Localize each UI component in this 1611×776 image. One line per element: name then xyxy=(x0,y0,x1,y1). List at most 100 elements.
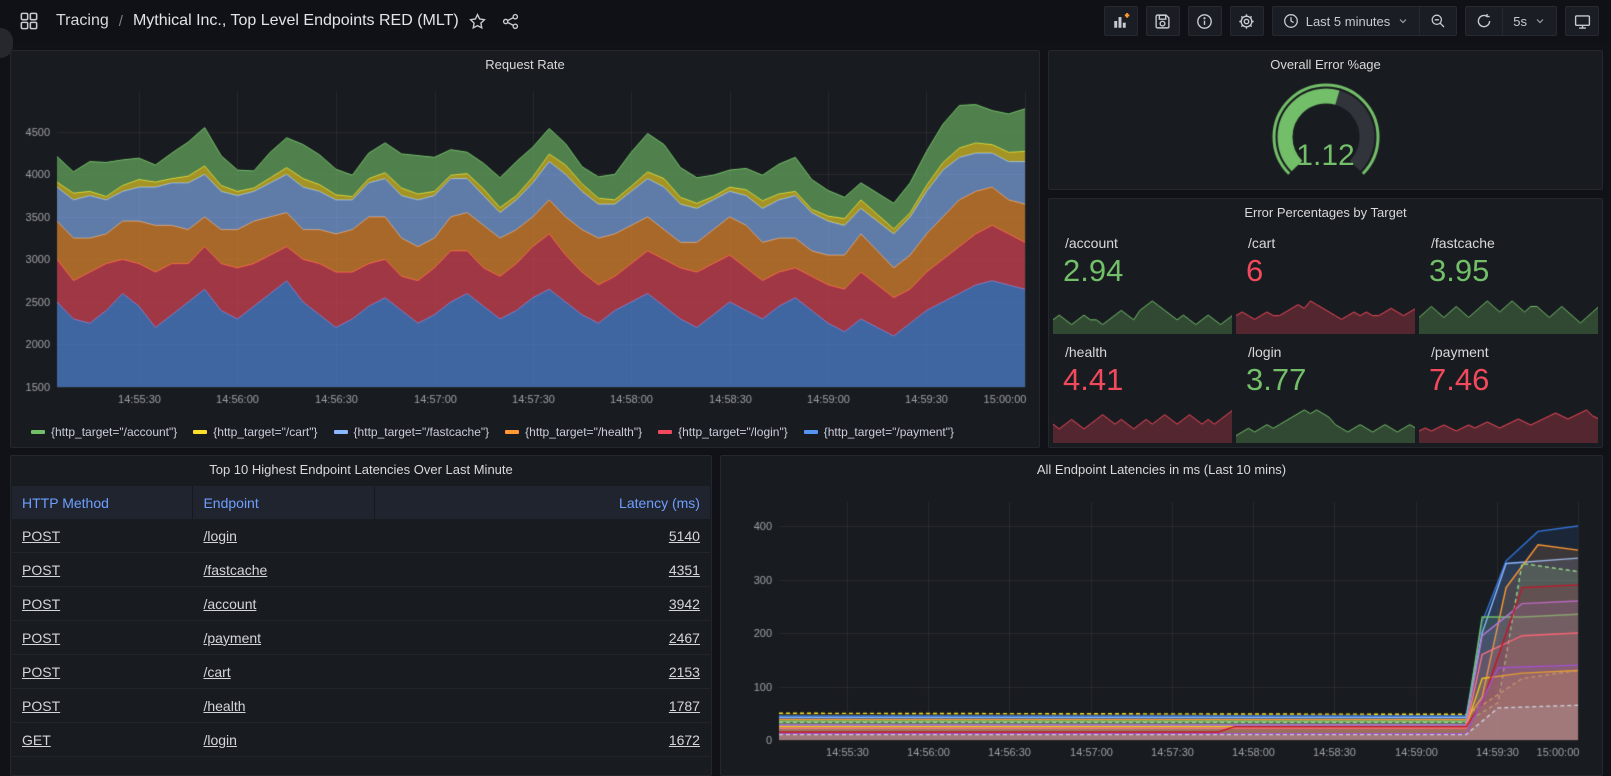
table-cell: GET xyxy=(12,723,193,756)
table-cell-link[interactable]: /fastcache xyxy=(203,562,267,578)
table-cell: /health xyxy=(193,689,374,722)
table-cell-link[interactable]: /login xyxy=(203,732,236,748)
table-cell-link[interactable]: /login xyxy=(203,528,236,544)
breadcrumb-separator: / xyxy=(119,13,123,30)
stat-sparkline xyxy=(1053,296,1232,334)
zoom-out-time-button[interactable] xyxy=(1420,7,1456,35)
stat-cell-fastcache: /fastcache3.95 xyxy=(1419,229,1598,334)
panel-title-latency-chart[interactable]: All Endpoint Latencies in ms (Last 10 mi… xyxy=(721,456,1602,484)
time-range-group: Last 5 minutes xyxy=(1272,6,1458,36)
save-dashboard-button[interactable] xyxy=(1146,6,1180,36)
stat-cell-login: /login3.77 xyxy=(1236,338,1415,443)
panel-title-request-rate[interactable]: Request Rate xyxy=(11,51,1039,79)
panel-title-error-by-target[interactable]: Error Percentages by Target xyxy=(1049,199,1602,227)
table-cell-link[interactable]: 3942 xyxy=(669,596,700,612)
table-cell-link[interactable]: /health xyxy=(203,698,245,714)
stat-value: 4.41 xyxy=(1063,362,1123,398)
table-cell: /payment xyxy=(193,621,374,654)
dashboard-settings-button[interactable] xyxy=(1230,6,1264,36)
column-header-0[interactable]: HTTP Method xyxy=(12,486,193,519)
table-row: POST/cart 2153 xyxy=(12,655,710,689)
table-cell: 1672 xyxy=(375,723,710,756)
panel-latency-table: Top 10 Highest Endpoint Latencies Over L… xyxy=(10,455,712,776)
table-cell-link[interactable]: POST xyxy=(22,562,60,578)
table-cell: 3942 xyxy=(375,587,710,620)
stat-label: /fastcache xyxy=(1431,235,1495,251)
stat-sparkline xyxy=(1419,296,1598,334)
request-rate-chart-canvas[interactable] xyxy=(17,79,1033,419)
table-cell-link[interactable]: POST xyxy=(22,528,60,544)
refresh-button[interactable] xyxy=(1466,7,1502,35)
table-cell: POST xyxy=(12,519,193,552)
star-icon[interactable] xyxy=(469,13,486,30)
table-cell: 4351 xyxy=(375,553,710,586)
table-cell-link[interactable]: /account xyxy=(203,596,256,612)
stat-label: /payment xyxy=(1431,344,1489,360)
add-panel-button[interactable] xyxy=(1104,6,1138,36)
legend-label: {http_target="/cart"} xyxy=(213,425,317,439)
table-cell-link[interactable]: 1672 xyxy=(669,732,700,748)
legend-swatch xyxy=(31,430,45,434)
legend-label: {http_target="/account"} xyxy=(51,425,177,439)
stat-cell-account: /account2.94 xyxy=(1053,229,1232,334)
legend-label: {http_target="/fastcache"} xyxy=(354,425,490,439)
legend-item-5[interactable]: {http_target="/payment"} xyxy=(804,425,954,439)
table-cell-link[interactable]: POST xyxy=(22,630,60,646)
legend-item-3[interactable]: {http_target="/health"} xyxy=(505,425,642,439)
legend-swatch xyxy=(658,430,672,434)
panel-request-rate: Request Rate {http_target="/account"}{ht… xyxy=(10,50,1040,448)
legend-item-0[interactable]: {http_target="/account"} xyxy=(31,425,177,439)
refresh-interval-label: 5s xyxy=(1513,14,1527,29)
legend-item-4[interactable]: {http_target="/login"} xyxy=(658,425,788,439)
kiosk-mode-button[interactable] xyxy=(1565,6,1599,36)
refresh-interval-picker[interactable]: 5s xyxy=(1503,7,1556,35)
gauge-value: 1.12 xyxy=(1049,139,1602,173)
panel-title-latency-table[interactable]: Top 10 Highest Endpoint Latencies Over L… xyxy=(11,456,711,484)
refresh-group: 5s xyxy=(1465,6,1557,36)
table-cell-link[interactable]: POST xyxy=(22,664,60,680)
table-cell-link[interactable]: POST xyxy=(22,698,60,714)
column-header-2[interactable]: Latency (ms) xyxy=(375,486,710,519)
panel-overall-error: Overall Error %age 1.12 xyxy=(1048,50,1603,190)
table-cell-link[interactable]: 2467 xyxy=(669,630,700,646)
panel-title-overall-error[interactable]: Overall Error %age xyxy=(1049,51,1602,79)
stat-label: /health xyxy=(1065,344,1107,360)
panel-latency-chart: All Endpoint Latencies in ms (Last 10 mi… xyxy=(720,455,1603,776)
table-row: POST/account 3942 xyxy=(12,587,710,621)
table-cell-link[interactable]: 2153 xyxy=(669,664,700,680)
column-header-1[interactable]: Endpoint xyxy=(193,486,374,519)
table-row: GET/login 1672 xyxy=(12,723,710,757)
legend-swatch xyxy=(804,430,818,434)
share-icon[interactable] xyxy=(502,13,519,30)
request-rate-legend: {http_target="/account"} {http_target="/c… xyxy=(31,421,1033,443)
legend-item-2[interactable]: {http_target="/fastcache"} xyxy=(334,425,490,439)
legend-label: {http_target="/health"} xyxy=(525,425,642,439)
apps-grid-icon[interactable] xyxy=(12,6,46,36)
stat-sparkline xyxy=(1236,296,1415,334)
table-cell-link[interactable]: 1787 xyxy=(669,698,700,714)
breadcrumb-folder[interactable]: Tracing xyxy=(56,12,109,30)
stat-sparkline xyxy=(1419,405,1598,443)
legend-item-1[interactable]: {http_target="/cart"} xyxy=(193,425,317,439)
legend-swatch xyxy=(193,430,207,434)
table-row: POST/fastcache 4351 xyxy=(12,553,710,587)
table-row: POST/payment 2467 xyxy=(12,621,710,655)
error-stats-grid: /account2.94/cart6/fastcache3.95/health4… xyxy=(1053,229,1598,443)
dashboard-insights-button[interactable] xyxy=(1188,6,1222,36)
time-range-picker[interactable]: Last 5 minutes xyxy=(1273,7,1420,35)
legend-label: {http_target="/login"} xyxy=(678,425,788,439)
chevron-down-icon xyxy=(1534,15,1546,27)
table-cell: /login xyxy=(193,723,374,756)
stat-sparkline xyxy=(1053,405,1232,443)
legend-swatch xyxy=(505,430,519,434)
table-cell-link[interactable]: POST xyxy=(22,596,60,612)
latency-chart-canvas[interactable] xyxy=(727,486,1596,770)
latency-table: HTTP MethodEndpointLatency (ms) POST/logi… xyxy=(12,486,710,774)
table-cell-link[interactable]: /payment xyxy=(203,630,261,646)
table-cell-link[interactable]: /cart xyxy=(203,664,230,680)
stat-value: 6 xyxy=(1246,253,1263,289)
table-cell-link[interactable]: GET xyxy=(22,732,51,748)
table-cell-link[interactable]: 5140 xyxy=(669,528,700,544)
table-cell-link[interactable]: 4351 xyxy=(669,562,700,578)
table-cell: /cart xyxy=(193,655,374,688)
